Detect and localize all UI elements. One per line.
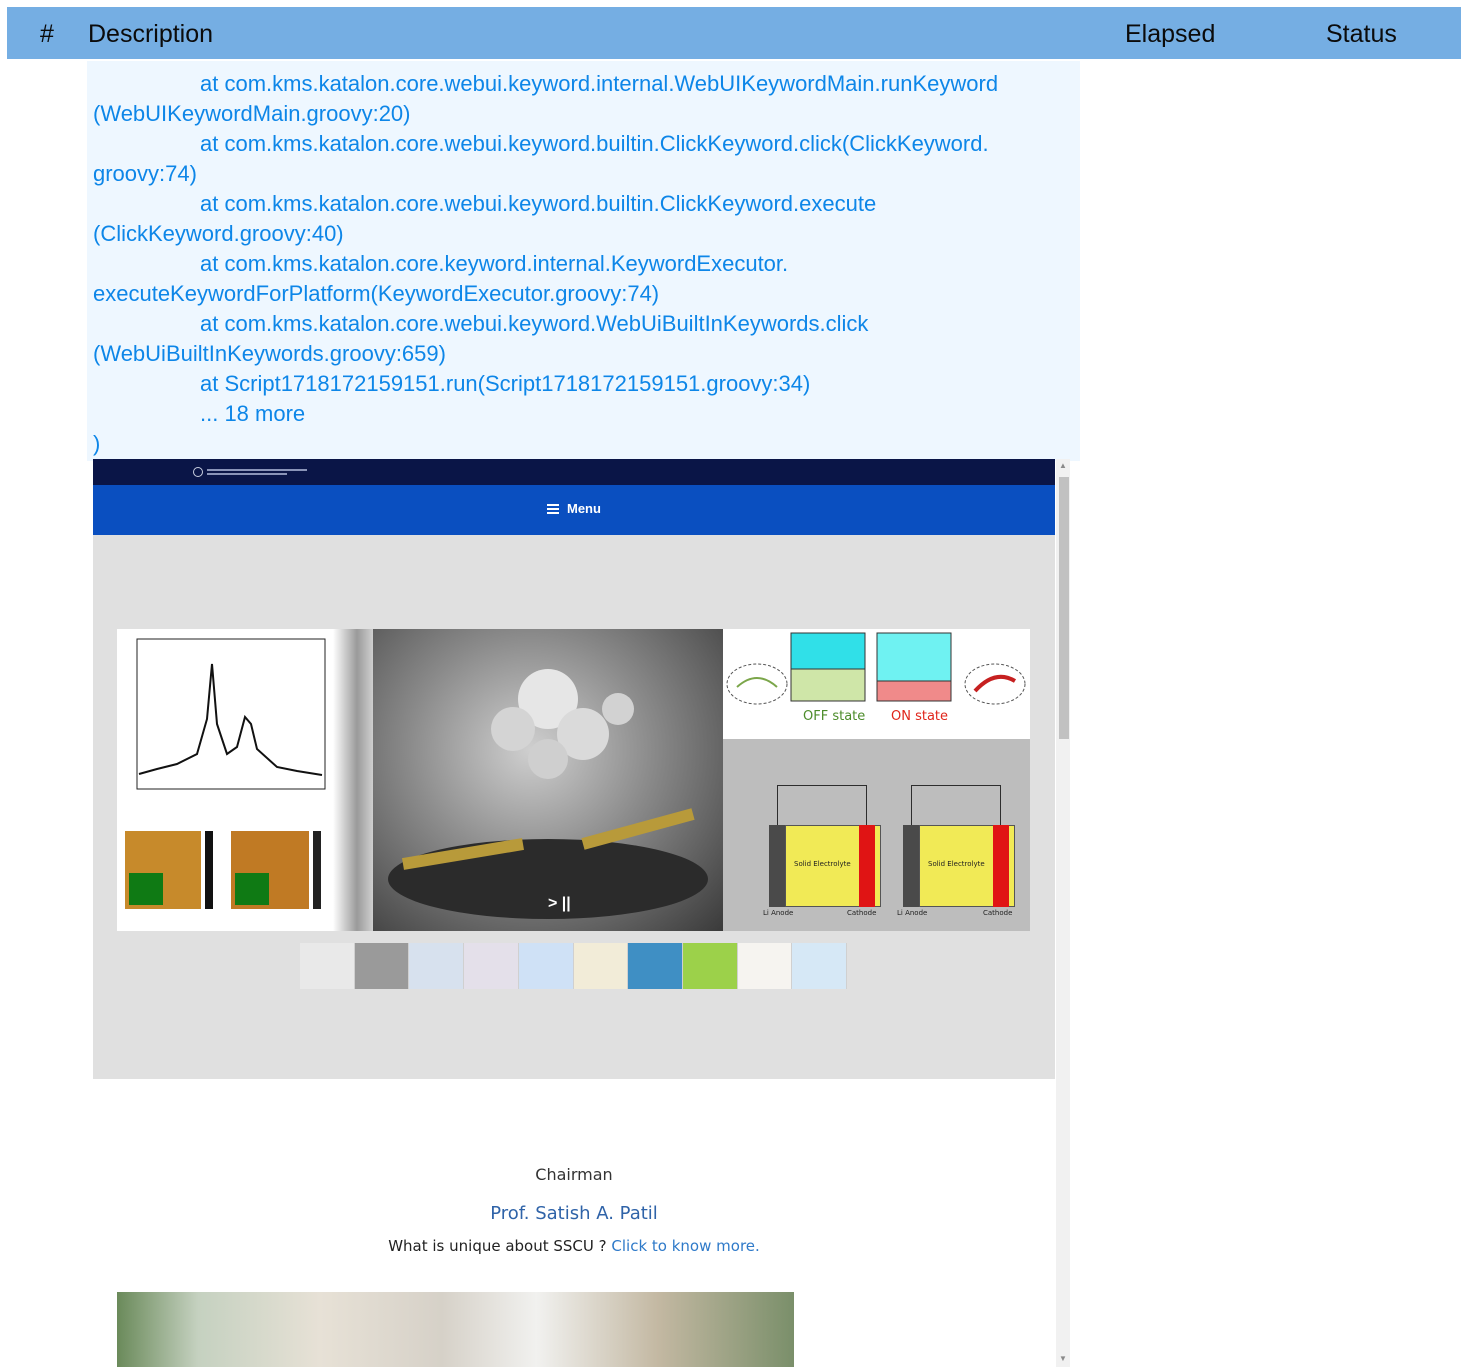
log-line: (ClickKeyword.groovy:40) [93,221,344,246]
menu-label: Menu [567,501,601,516]
slide-thumbnail[interactable] [300,943,355,989]
slide-thumbnail[interactable] [628,943,683,989]
slide-gradient-strip [333,629,373,931]
log-line: at com.kms.katalon.core.webui.keyword.We… [200,311,869,336]
circuit-wire [911,785,1001,825]
afm-images [117,825,337,915]
electrolyte-label: Solid Electrolyte [928,860,985,868]
chairman-heading: Chairman [535,1165,613,1184]
screenshot-scrollbar[interactable]: ▲ ▼ [1056,459,1070,1367]
column-header-elapsed: Elapsed [1125,20,1216,48]
slide-collage: OFF state ON state Solid Electrolyte Sol… [117,629,1030,931]
log-line: at Script1718172159151.run(Script1718172… [200,371,811,396]
off-state-label: OFF state [803,709,866,724]
log-line: at com.kms.katalon.core.keyword.internal… [200,251,789,276]
embedded-screenshot: Menu OFF state ON state Solid Electrolyt… [93,459,1055,1367]
unique-about-line: What is unique about SSCU ? Click to kno… [93,1237,1055,1255]
slide-thumbnail[interactable] [737,943,793,989]
column-header-number: # [40,20,54,48]
log-message-panel: at com.kms.katalon.core.webui.keyword.in… [87,61,1080,461]
slide-thumbnail[interactable] [518,943,574,989]
slider-thumbnails [300,943,848,989]
site-menu-bar: Menu [93,485,1055,535]
battery-diagram: Solid Electrolyte Solid Electrolyte Li A… [723,739,1030,931]
log-line: executeKeywordForPlatform(KeywordExecuto… [93,281,660,306]
site-logo [193,465,313,479]
log-line: ) [93,431,101,456]
slide-thumbnail[interactable] [354,943,410,989]
log-line: groovy:74) [93,161,197,186]
log-line: ... 18 more [200,401,306,426]
slide-thumbnail[interactable] [573,943,629,989]
column-header-status: Status [1326,20,1397,48]
report-table-header: # Description Elapsed Status [7,7,1461,59]
cathode-block [859,825,875,907]
unique-question: What is unique about SSCU ? [388,1237,607,1255]
scroll-up-arrow-icon[interactable]: ▲ [1056,461,1070,470]
log-line: (WebUiBuiltInKeywords.groovy:659) [93,341,446,366]
anode-block [903,825,919,907]
slide-thumbnail[interactable] [464,943,519,989]
stack-trace: at com.kms.katalon.core.webui.keyword.in… [93,69,1077,459]
li-anode-label: Li Anode [763,909,794,917]
site-top-bar [93,459,1055,485]
log-line: at com.kms.katalon.core.webui.keyword.bu… [200,191,877,216]
memristor-switch-diagram: OFF state ON state [723,629,1030,739]
hamburger-icon [547,503,559,514]
institute-seal-icon [193,467,203,477]
xrd-plot-image [117,629,333,807]
scrollbar-thumb[interactable] [1059,477,1069,739]
cathode-label: Cathode [847,909,877,917]
cathode-label: Cathode [983,909,1013,917]
chairman-name-link[interactable]: Prof. Satish A. Patil [93,1203,1055,1224]
slide-thumbnail[interactable] [409,943,465,989]
on-state-label: ON state [891,709,949,724]
image-slider: OFF state ON state Solid Electrolyte Sol… [93,535,1055,1079]
microscopy-image [373,629,723,931]
log-line: at com.kms.katalon.core.webui.keyword.bu… [200,131,989,156]
electrolyte-label: Solid Electrolyte [794,860,851,868]
log-line: (WebUIKeywordMain.groovy:20) [93,101,411,126]
column-header-description: Description [88,20,214,48]
slide-thumbnail[interactable] [792,943,848,989]
circuit-wire [777,785,867,825]
scroll-down-arrow-icon[interactable]: ▼ [1056,1354,1070,1363]
slide-thumbnail[interactable] [682,943,738,989]
menu-button[interactable]: Menu [547,501,601,516]
know-more-link[interactable]: Click to know more. [611,1237,759,1255]
campus-building-photo [117,1292,794,1367]
log-line: at com.kms.katalon.core.webui.keyword.in… [200,71,999,96]
li-anode-label: Li Anode [897,909,928,917]
slider-play-pause-control[interactable]: > || [548,895,571,913]
anode-block [769,825,785,907]
cathode-block [993,825,1009,907]
